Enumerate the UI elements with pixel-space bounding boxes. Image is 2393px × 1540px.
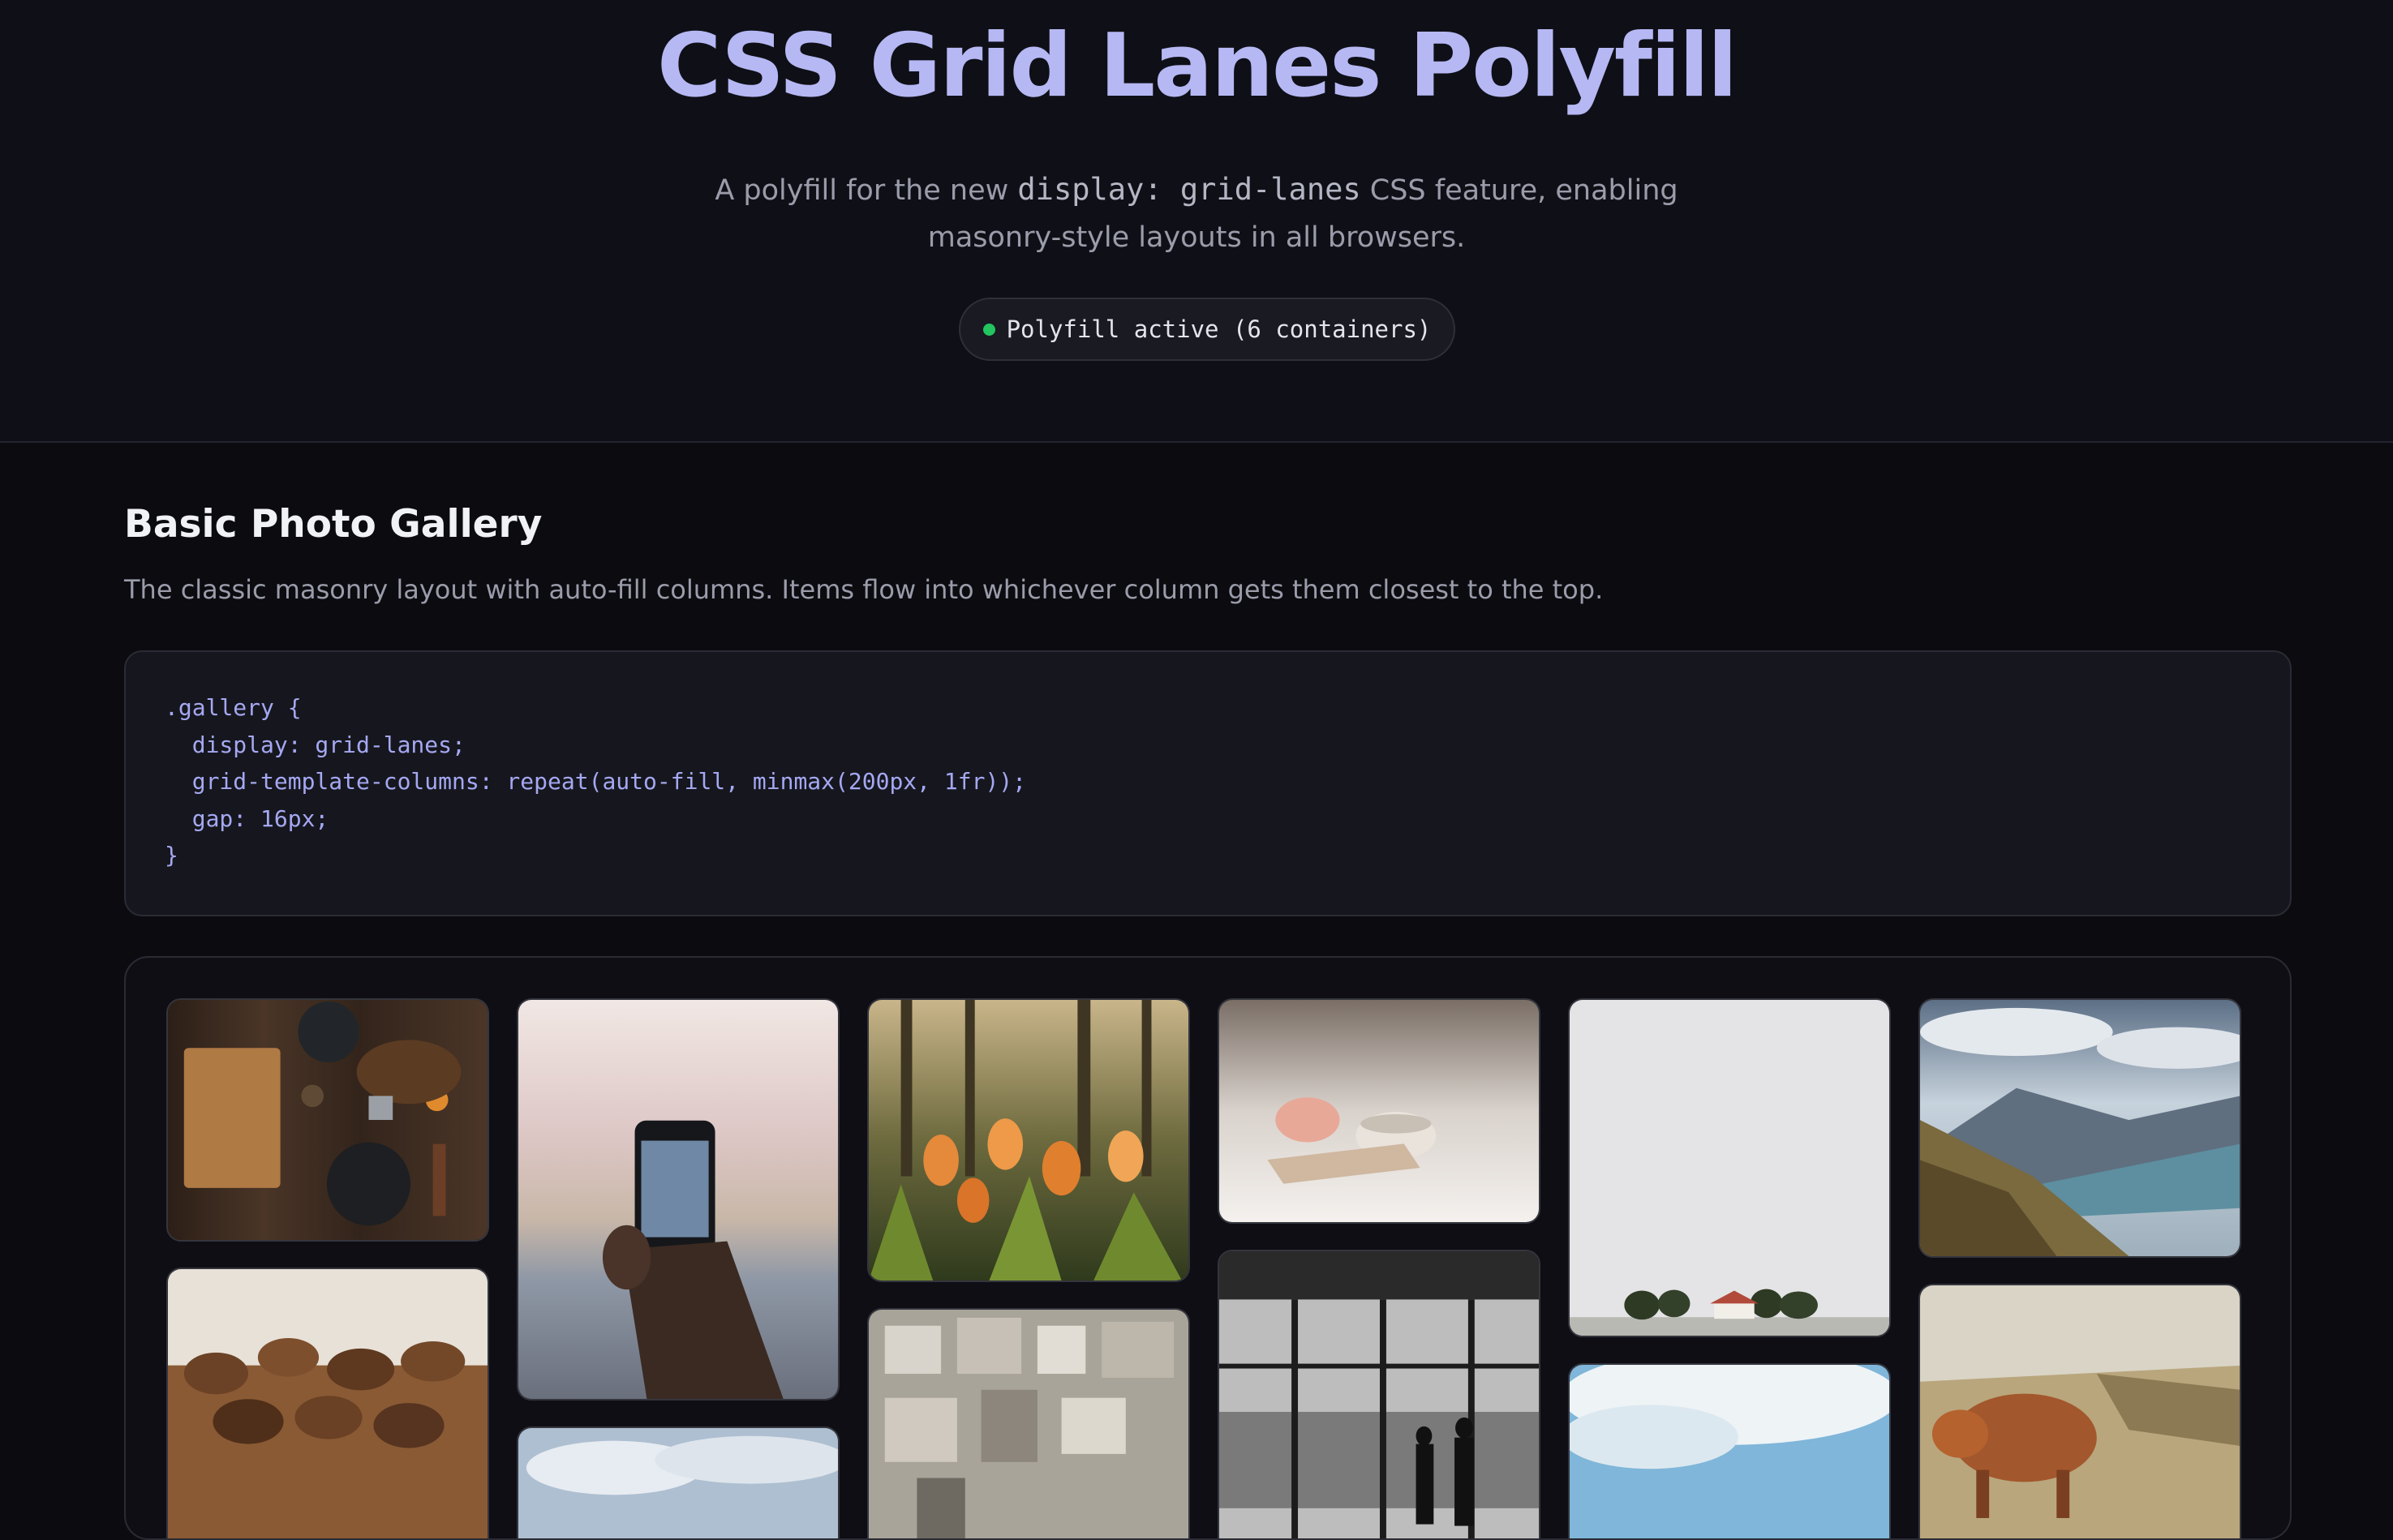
photo-highland-cow[interactable] [1918, 1284, 2241, 1538]
code-block: .gallery { display: grid-lanes; grid-tem… [124, 650, 2292, 916]
photo-kitchen-tools[interactable] [166, 998, 489, 1242]
photo-aerial-city[interactable] [867, 1308, 1190, 1538]
code-line: display: grid-lanes; [165, 731, 466, 758]
code-line: grid-template-columns: repeat(auto-fill,… [165, 768, 1027, 795]
photo-blue-sky-clouds[interactable] [1568, 1363, 1891, 1538]
page-subtitle: A polyfill for the new display: grid-lan… [710, 166, 1683, 261]
photo-white-sky-house[interactable] [1568, 998, 1891, 1337]
subtitle-code: display: grid-lanes [1017, 172, 1361, 207]
polyfill-status-badge: Polyfill active (6 containers) [959, 298, 1455, 361]
photo-mountain-lake[interactable] [1918, 998, 2241, 1258]
page-header: CSS Grid Lanes Polyfill A polyfill for t… [0, 0, 2393, 443]
section-description: The classic masonry layout with auto-fil… [124, 574, 1604, 605]
photo-clouds[interactable] [517, 1426, 840, 1538]
photo-phone-sunset[interactable] [517, 998, 840, 1401]
photo-tulips[interactable] [867, 998, 1190, 1282]
code-line: } [165, 842, 178, 869]
code-line: gap: 16px; [165, 804, 329, 832]
subtitle-text-start: A polyfill for the new [715, 174, 1018, 207]
section-title: Basic Photo Gallery [124, 502, 543, 547]
photo-skyscraper-window[interactable] [1218, 1250, 1540, 1538]
status-dot-icon [982, 323, 995, 336]
code-line: .gallery { [165, 694, 302, 721]
page-title: CSS Grid Lanes Polyfill [657, 15, 1738, 117]
photo-teacup[interactable] [1218, 998, 1540, 1224]
status-text: Polyfill active (6 containers) [1006, 315, 1432, 343]
photo-coffee-beans[interactable] [166, 1268, 489, 1538]
photo-gallery [124, 956, 2292, 1540]
